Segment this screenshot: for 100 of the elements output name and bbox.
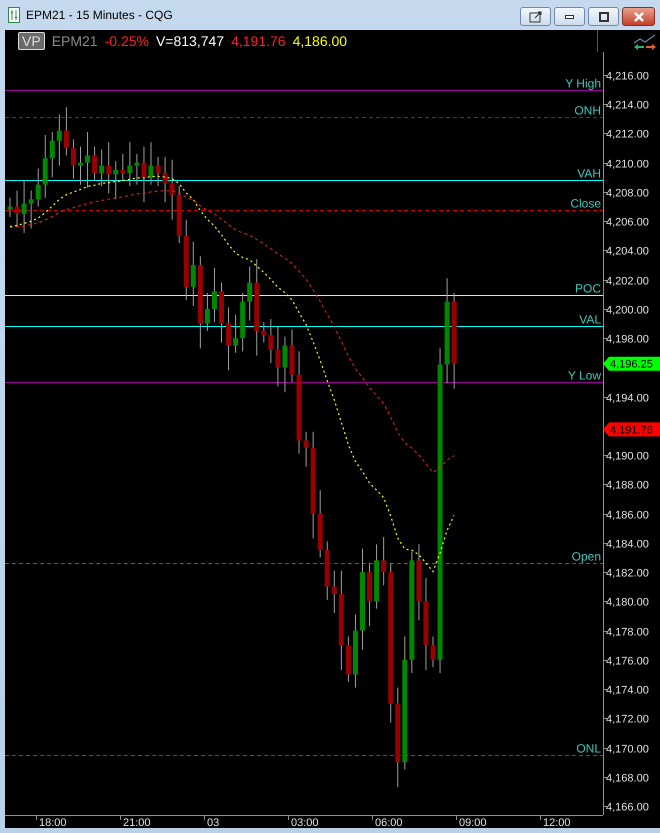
level-label: POC — [574, 282, 601, 296]
price-tag-value: 4,191.76 — [610, 424, 653, 436]
candlestick — [176, 186, 182, 244]
popout-button[interactable] — [520, 7, 551, 26]
candlestick — [42, 134, 48, 198]
candlestick — [127, 142, 132, 187]
candlestick — [240, 292, 246, 352]
window-title: EPM21 - 15 Minutes - CQG — [26, 8, 173, 22]
minimize-icon — [565, 14, 574, 18]
candlestick — [113, 160, 118, 200]
price-label: 4,198.00 — [606, 334, 649, 346]
symbol-label: EPM21 — [52, 33, 98, 49]
candlestick — [275, 326, 280, 387]
candlestick — [92, 146, 98, 181]
reference-price: 4,186.00 — [292, 33, 348, 49]
candlestick — [290, 328, 294, 383]
last-price: 4,191.76 — [231, 33, 286, 49]
candlestick — [14, 190, 20, 228]
time-label: 06:00 — [375, 817, 403, 828]
level-label: Open — [572, 550, 601, 564]
time-label: 03:00 — [291, 817, 319, 828]
volume-label: V=813,747 — [156, 33, 224, 49]
candlestick — [85, 132, 90, 188]
candlestick — [120, 153, 126, 181]
price-tag-value: 4,196.25 — [610, 358, 653, 371]
candlestick — [50, 132, 55, 178]
level-label: Close — [570, 196, 601, 210]
candlestick — [64, 106, 69, 156]
price-label: 4,206.00 — [606, 216, 649, 228]
chart-trade-icon[interactable] — [633, 34, 657, 52]
time-label: 12:00 — [543, 817, 571, 828]
level-label: Y High — [565, 76, 601, 90]
candlestick — [282, 336, 288, 393]
candlestick — [28, 190, 34, 229]
price-label: 4,178.00 — [606, 626, 649, 638]
candlestick — [212, 267, 217, 323]
candlestick — [374, 544, 380, 610]
candlestick — [219, 282, 224, 344]
price-label: 4,168.00 — [606, 772, 649, 784]
level-label: ONL — [576, 742, 601, 756]
candlestick — [204, 292, 210, 332]
candlestick — [141, 146, 146, 203]
close-icon — [632, 10, 644, 22]
close-button[interactable] — [622, 7, 655, 26]
candlestick — [106, 142, 112, 194]
candlestick — [324, 540, 330, 600]
price-label: 4,210.00 — [606, 158, 649, 170]
price-label: 4,188.00 — [606, 480, 649, 492]
candlestick — [346, 636, 351, 682]
level-label: ONH — [574, 104, 601, 118]
candlestick — [304, 431, 309, 468]
candlestick — [367, 562, 372, 627]
price-label: 4,180.00 — [606, 596, 649, 608]
price-label: 4,194.00 — [606, 392, 649, 404]
candlestick — [381, 536, 386, 586]
candlestick — [156, 156, 161, 187]
candlestick — [99, 149, 104, 187]
candlestick — [36, 168, 41, 208]
candlestick — [268, 318, 274, 364]
popout-icon — [528, 10, 542, 22]
time-label: 09:00 — [459, 817, 487, 828]
candlestick — [233, 314, 238, 354]
price-label: 4,200.00 — [606, 304, 649, 316]
maximize-button[interactable] — [588, 7, 619, 26]
candlestick — [247, 266, 252, 322]
level-label: VAL — [579, 312, 601, 326]
price-label: 4,216.00 — [606, 70, 649, 82]
price-label: 4,186.00 — [606, 510, 649, 522]
app-icon — [8, 7, 20, 23]
candlestick — [70, 138, 76, 180]
price-label: 4,170.00 — [606, 744, 649, 756]
level-label: VAH — [577, 166, 601, 180]
price-label: 4,174.00 — [606, 684, 649, 696]
candlestick — [56, 114, 62, 166]
candlestick — [318, 490, 323, 558]
price-label: 4,184.00 — [606, 538, 649, 550]
price-label: 4,212.00 — [606, 128, 649, 140]
price-label: 4,214.00 — [606, 100, 649, 112]
candlestick — [430, 636, 436, 668]
price-label: 4,176.00 — [606, 656, 649, 668]
candlestick — [134, 153, 140, 186]
minimize-button[interactable] — [554, 7, 585, 26]
change-percent: -0.25% — [104, 33, 149, 49]
candlestick — [22, 180, 27, 234]
maximize-icon — [598, 10, 610, 22]
candlestick — [226, 306, 232, 371]
price-label: 4,182.00 — [606, 568, 649, 580]
price-label: 4,208.00 — [606, 188, 649, 200]
time-label: 21:00 — [123, 817, 151, 828]
candlestick — [332, 570, 337, 614]
candlestick — [78, 146, 83, 186]
time-label: 03 — [207, 817, 220, 828]
candlestick — [261, 322, 266, 344]
price-label: 4,166.00 — [606, 802, 649, 814]
time-label: 18:00 — [39, 817, 67, 828]
vp-toggle[interactable]: VP — [18, 32, 45, 50]
price-label: 4,204.00 — [606, 246, 649, 258]
price-label: 4,172.00 — [606, 714, 649, 726]
candlestick — [190, 241, 196, 306]
price-label: 4,202.00 — [606, 276, 649, 288]
